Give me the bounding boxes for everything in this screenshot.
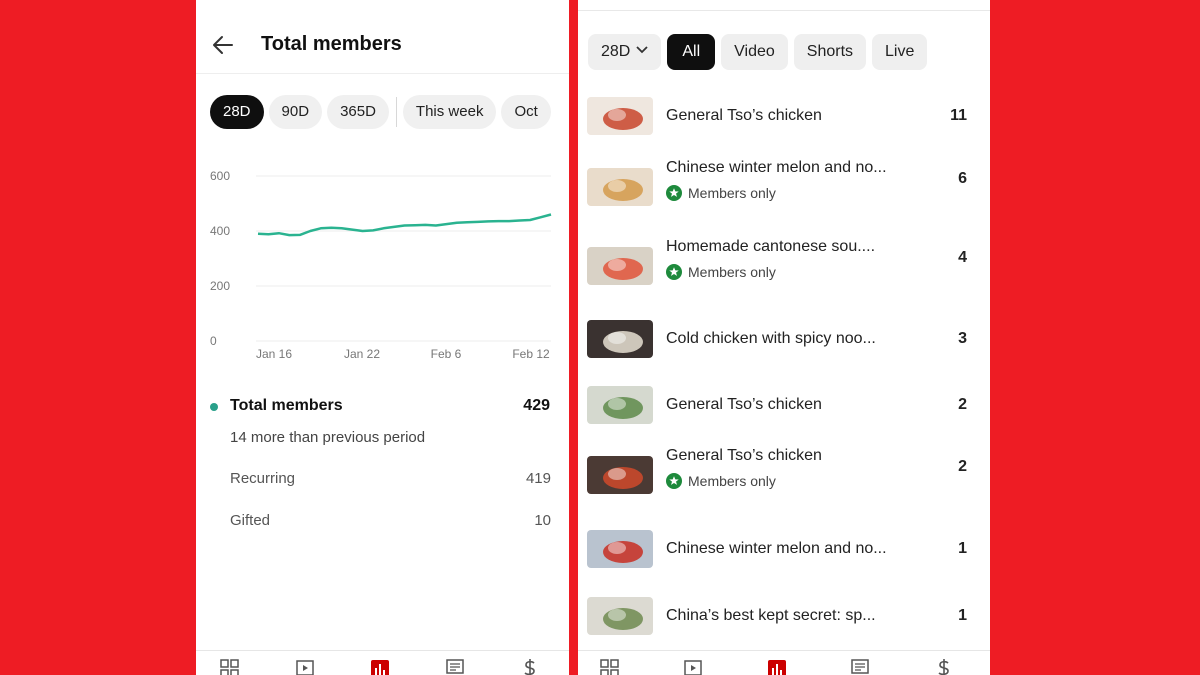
comments-icon[interactable] bbox=[850, 658, 870, 675]
video-member-count: 2 bbox=[958, 458, 967, 475]
members-star-icon bbox=[666, 473, 682, 489]
video-member-count: 3 bbox=[958, 330, 967, 347]
video-title[interactable]: General Tso’s chicken bbox=[666, 447, 822, 465]
badge-label: Members only bbox=[688, 264, 776, 280]
video-thumbnail[interactable] bbox=[587, 530, 653, 568]
video-row[interactable]: Chinese winter melon and no... Members on… bbox=[587, 159, 981, 208]
content-icon[interactable] bbox=[683, 658, 703, 675]
divider bbox=[578, 10, 990, 11]
y-tick-label: 200 bbox=[210, 279, 230, 293]
period-dropdown-label: 28D bbox=[601, 43, 631, 60]
members-star-icon bbox=[666, 264, 682, 280]
members-star-icon bbox=[666, 185, 682, 201]
page-title: Total members bbox=[261, 33, 402, 55]
video-row[interactable]: General Tso’s chicken 2 bbox=[587, 386, 981, 426]
chip-this-week[interactable]: This week bbox=[402, 95, 497, 129]
content-icon[interactable] bbox=[295, 658, 315, 675]
badge-label: Members only bbox=[688, 185, 776, 201]
filter-shorts[interactable]: Shorts bbox=[793, 34, 867, 70]
total-members-panel: Total members 28D 90D 365D This week Oct 600… bbox=[196, 0, 569, 675]
chevron-down-icon bbox=[636, 46, 648, 54]
filter-live[interactable]: Live bbox=[872, 34, 928, 70]
video-member-count: 6 bbox=[958, 170, 967, 187]
y-tick-label: 400 bbox=[210, 224, 230, 238]
video-title[interactable]: Cold chicken with spicy noo... bbox=[666, 330, 876, 348]
stat-comparison: 14 more than previous period bbox=[230, 429, 426, 446]
video-title[interactable]: China’s best kept secret: sp... bbox=[666, 607, 876, 625]
video-thumbnail[interactable] bbox=[587, 597, 653, 635]
series-dot bbox=[210, 403, 218, 411]
stat-row-recurring: Recurring 419 bbox=[230, 470, 551, 490]
total-members-stat: Total members 429 bbox=[196, 396, 569, 418]
comments-icon[interactable] bbox=[445, 658, 465, 675]
members-line-chart: 600 400 200 0 Jan 16 Jan 22 Feb 6 Feb 12 bbox=[210, 169, 552, 361]
video-row[interactable]: Chinese winter melon and no... 1 bbox=[587, 530, 981, 570]
y-tick-label: 0 bbox=[210, 334, 217, 348]
row-label: Recurring bbox=[230, 470, 296, 487]
period-chip-bar: 28D 90D 365D This week Oct bbox=[210, 95, 569, 129]
video-thumbnail[interactable] bbox=[587, 456, 653, 494]
video-title[interactable]: Homemade cantonese sou.... bbox=[666, 238, 875, 256]
filter-video[interactable]: Video bbox=[721, 34, 788, 70]
dashboard-icon[interactable] bbox=[220, 658, 240, 675]
chip-90d[interactable]: 90D bbox=[268, 95, 323, 129]
video-title[interactable]: General Tso’s chicken bbox=[666, 396, 822, 414]
x-tick-label: Jan 16 bbox=[256, 347, 292, 361]
video-title[interactable]: Chinese winter melon and no... bbox=[666, 540, 887, 558]
stat-value: 429 bbox=[523, 397, 550, 414]
video-thumbnail[interactable] bbox=[587, 97, 653, 135]
members-series-line bbox=[257, 213, 552, 237]
stat-row-gifted: Gifted 10 bbox=[230, 512, 551, 532]
bottom-nav bbox=[578, 650, 990, 675]
dashboard-icon[interactable] bbox=[600, 658, 620, 675]
video-row[interactable]: General Tso’s chicken Members only 2 bbox=[587, 447, 981, 496]
video-row[interactable]: China’s best kept secret: sp... 1 bbox=[587, 597, 981, 637]
video-row[interactable]: Homemade cantonese sou.... Members only 4 bbox=[587, 238, 981, 287]
video-thumbnail[interactable] bbox=[587, 168, 653, 206]
video-thumbnail[interactable] bbox=[587, 247, 653, 285]
chip-oct[interactable]: Oct bbox=[501, 95, 551, 129]
earn-icon[interactable] bbox=[934, 658, 954, 675]
video-title[interactable]: General Tso’s chicken bbox=[666, 107, 822, 125]
filter-all[interactable]: All bbox=[667, 34, 716, 70]
bottom-nav bbox=[196, 650, 569, 675]
video-member-count: 1 bbox=[958, 607, 967, 624]
members-only-badge: Members only bbox=[666, 473, 776, 489]
members-only-badge: Members only bbox=[666, 185, 776, 201]
video-row[interactable]: General Tso’s chicken 11 bbox=[587, 97, 981, 137]
panel-header: Total members bbox=[196, 0, 569, 74]
row-value: 419 bbox=[525, 470, 551, 487]
video-row[interactable]: Cold chicken with spicy noo... 3 bbox=[587, 320, 981, 360]
badge-label: Members only bbox=[688, 473, 776, 489]
stat-label: Total members bbox=[230, 397, 343, 414]
top-content-panel: 28D All Video Shorts Live General Tso’s chic… bbox=[578, 0, 990, 675]
back-arrow-icon[interactable] bbox=[210, 32, 236, 58]
x-tick-label: Feb 12 bbox=[512, 347, 550, 361]
y-tick-label: 600 bbox=[210, 169, 230, 183]
members-only-badge: Members only bbox=[666, 264, 776, 280]
x-tick-label: Feb 6 bbox=[431, 347, 462, 361]
period-dropdown[interactable]: 28D bbox=[588, 34, 662, 70]
chip-divider bbox=[395, 97, 397, 127]
video-member-count: 1 bbox=[958, 540, 967, 557]
row-label: Gifted bbox=[230, 512, 271, 529]
chip-28d[interactable]: 28D bbox=[210, 95, 264, 129]
earn-icon[interactable] bbox=[520, 658, 540, 675]
analytics-icon[interactable] bbox=[370, 658, 390, 675]
video-thumbnail[interactable] bbox=[587, 386, 653, 424]
video-member-count: 2 bbox=[958, 396, 967, 413]
video-member-count: 11 bbox=[950, 107, 967, 124]
analytics-icon[interactable] bbox=[767, 658, 787, 675]
video-member-count: 4 bbox=[958, 249, 967, 266]
video-title[interactable]: Chinese winter melon and no... bbox=[666, 159, 887, 177]
chip-365d[interactable]: 365D bbox=[327, 95, 389, 129]
x-tick-label: Jan 22 bbox=[344, 347, 380, 361]
row-value: 10 bbox=[534, 512, 551, 529]
content-filter-bar: 28D All Video Shorts Live bbox=[588, 34, 988, 70]
video-thumbnail[interactable] bbox=[587, 320, 653, 358]
